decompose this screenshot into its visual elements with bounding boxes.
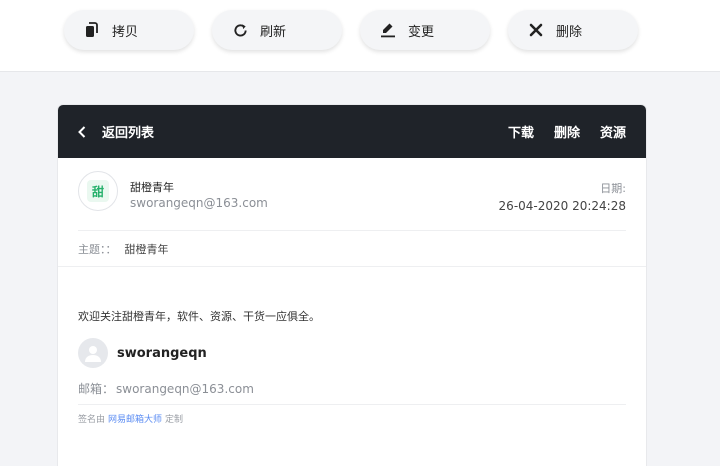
toolbar: 拷贝 刷新 变更 删除 bbox=[0, 0, 720, 72]
signed-by-prefix: 签名由 bbox=[78, 415, 106, 425]
delete-label: 删除 bbox=[556, 24, 583, 40]
signature-email: sworangeqn@163.com bbox=[116, 382, 254, 396]
change-label: 变更 bbox=[408, 24, 435, 40]
copy-button[interactable]: 拷贝 bbox=[64, 10, 194, 50]
refresh-button[interactable]: 刷新 bbox=[212, 10, 342, 50]
header-actions: 下载 删除 资源 bbox=[488, 105, 626, 158]
date-label: 日期: bbox=[600, 182, 626, 195]
resource-button[interactable]: 资源 bbox=[600, 122, 626, 141]
back-label: 返回列表 bbox=[102, 126, 155, 141]
close-icon bbox=[528, 22, 544, 38]
refresh-icon bbox=[232, 22, 248, 38]
copy-label: 拷贝 bbox=[112, 24, 139, 40]
subject-row: 主题：： 甜橙青年 bbox=[58, 231, 646, 267]
signed-by-suffix: 定制 bbox=[165, 415, 184, 425]
chevron-left-icon bbox=[78, 125, 88, 138]
signature-email-row: 邮箱： sworangeqn@163.com bbox=[78, 380, 626, 405]
delete-button[interactable]: 删除 bbox=[508, 10, 638, 50]
sender-email: sworangeqn@163.com bbox=[130, 196, 268, 210]
change-button[interactable]: 变更 bbox=[360, 10, 490, 50]
mail-panel: 返回列表 下载 删除 资源 甜 甜橙青年 sworangeqn@163.com … bbox=[57, 104, 647, 466]
subject-value: 甜橙青年 bbox=[124, 242, 169, 256]
edit-icon bbox=[380, 22, 396, 38]
back-to-list-button[interactable]: 返回列表 bbox=[78, 122, 154, 141]
signature-avatar bbox=[78, 338, 108, 368]
sender-name: 甜橙青年 bbox=[130, 181, 174, 194]
copy-icon bbox=[84, 22, 100, 38]
panel-header: 返回列表 下载 删除 资源 bbox=[58, 105, 646, 158]
signed-by-link[interactable]: 网易邮箱大师 bbox=[108, 415, 162, 425]
body-text: 欢迎关注甜橙青年，软件、资源、干货一应俱全。 bbox=[78, 310, 320, 323]
refresh-label: 刷新 bbox=[260, 24, 287, 40]
date-value: 26-04-2020 20:24:28 bbox=[498, 199, 626, 213]
sender-avatar: 甜 bbox=[78, 171, 118, 211]
signature: sworangeqn bbox=[78, 338, 626, 368]
signature-email-label: 邮箱： bbox=[78, 382, 115, 396]
subject-label: 主题：： bbox=[78, 242, 117, 256]
mail-body: 欢迎关注甜橙青年，软件、资源、干货一应俱全。 sworangeqn 邮箱： swo… bbox=[58, 308, 646, 425]
sender-logo: 甜 bbox=[87, 180, 109, 202]
user-icon bbox=[85, 346, 101, 362]
sender-row: 甜 甜橙青年 sworangeqn@163.com 日期: 26-04-2020… bbox=[78, 158, 626, 231]
header-delete-button[interactable]: 删除 bbox=[554, 122, 580, 141]
signed-by: 签名由 网易邮箱大师 定制 bbox=[78, 412, 626, 425]
signature-name: sworangeqn bbox=[117, 345, 207, 361]
download-button[interactable]: 下载 bbox=[508, 122, 534, 141]
